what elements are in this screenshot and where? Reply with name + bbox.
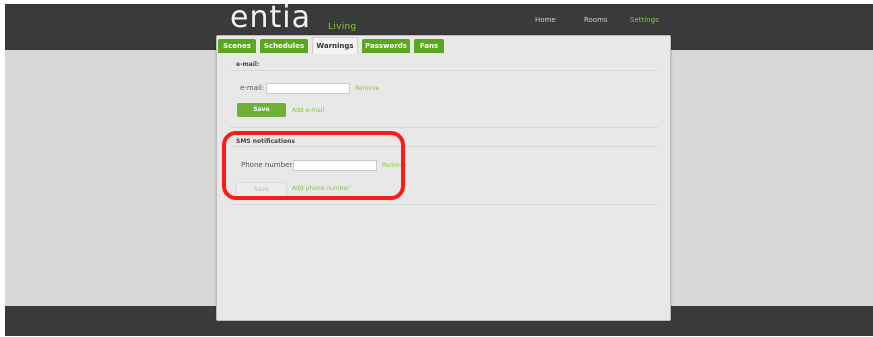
tab-warnings[interactable]: Warnings xyxy=(312,37,358,54)
email-input[interactable] xyxy=(266,83,350,94)
tab-scenes[interactable]: Scenes xyxy=(218,39,256,53)
logo-main-text: entia xyxy=(230,0,311,35)
nav-home[interactable]: Home xyxy=(535,16,556,24)
email-label: e-mail: xyxy=(240,84,265,92)
annotation-highlight-box xyxy=(222,131,405,200)
tab-passwords[interactable]: Passwords xyxy=(362,39,410,53)
tab-schedules[interactable]: Schedules xyxy=(260,39,308,53)
email-section-title: e-mail: xyxy=(236,61,260,68)
logo-sub-text: Living xyxy=(328,22,357,32)
email-section-divider xyxy=(230,70,658,71)
sms-section-bottom-divider xyxy=(230,204,658,205)
email-remove-link[interactable]: Remove xyxy=(355,85,379,92)
nav-settings[interactable]: Settings xyxy=(630,16,659,24)
tab-fans[interactable]: Fans xyxy=(414,39,444,53)
email-save-button[interactable]: Save xyxy=(237,103,286,117)
nav-rooms[interactable]: Rooms xyxy=(584,16,608,24)
email-section-bottom-divider xyxy=(230,127,658,128)
add-email-link[interactable]: Add e-mail xyxy=(292,107,324,114)
